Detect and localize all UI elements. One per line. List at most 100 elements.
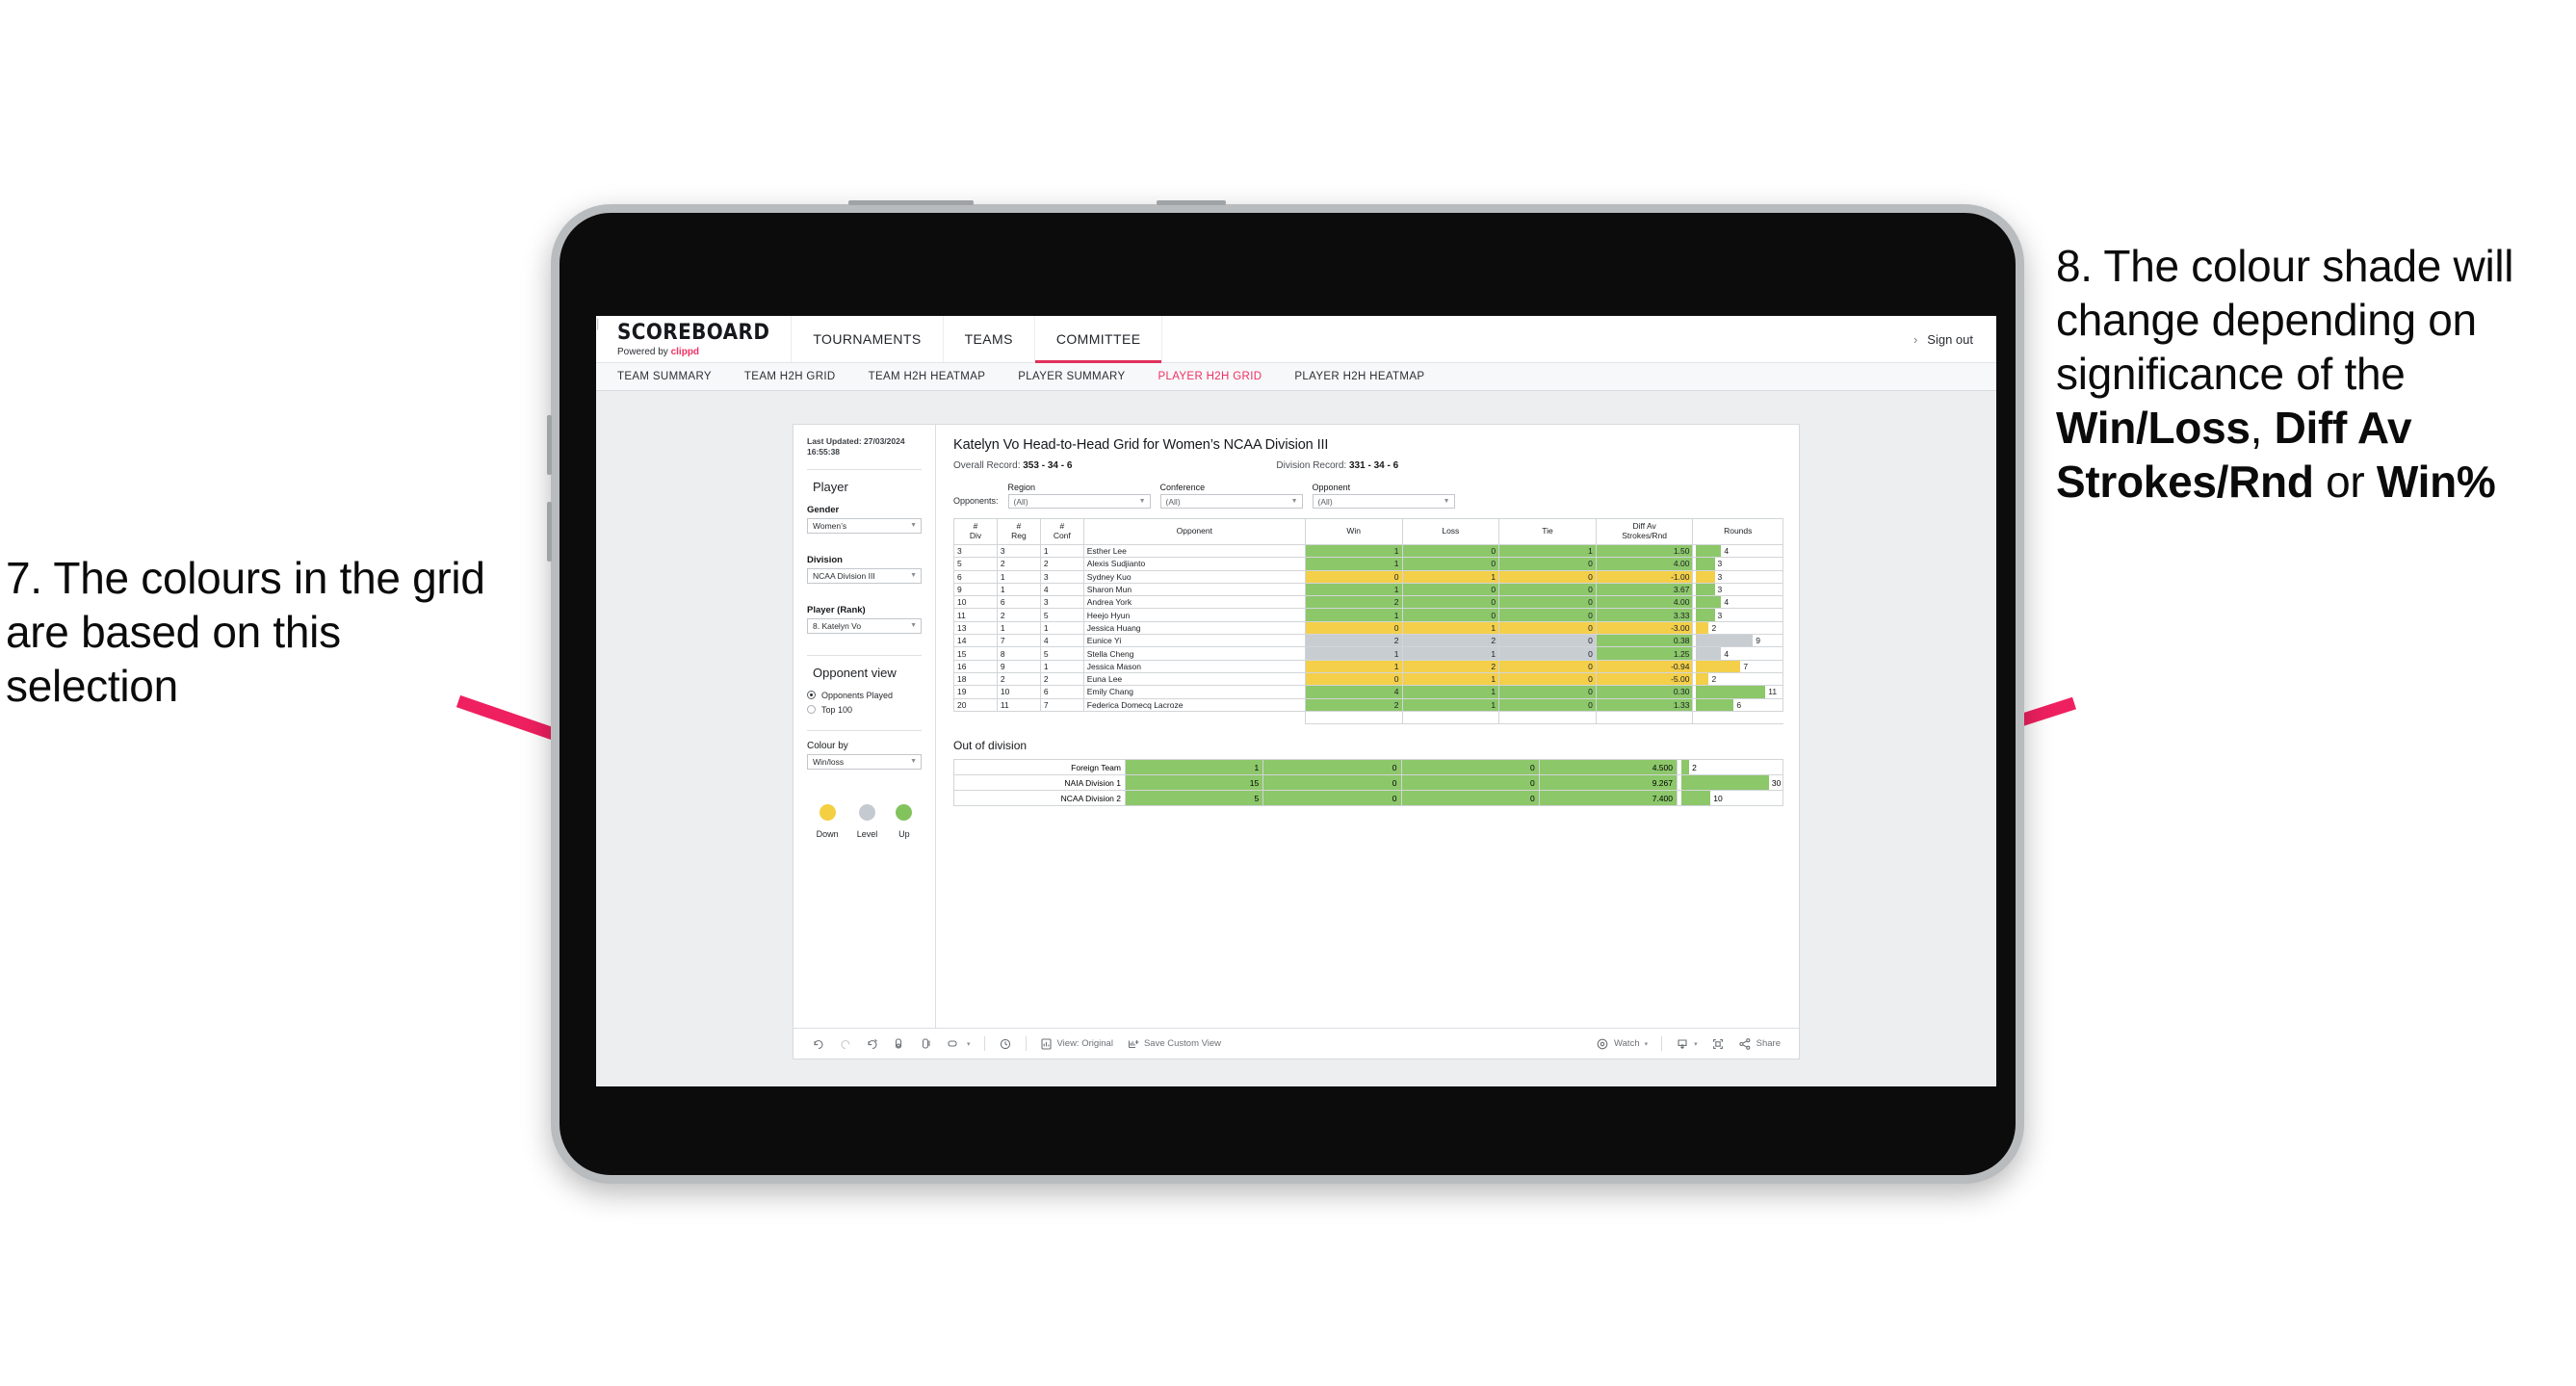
- table-row[interactable]: 19 10 6 Emily Chang 4 1 0 0.30 11: [953, 685, 1783, 699]
- table-row[interactable]: 16 9 1 Jessica Mason 1 2 0 -0.94 7: [953, 659, 1783, 673]
- col-rounds[interactable]: Rounds: [1692, 518, 1783, 545]
- filter-panel: Last Updated: 27/03/2024 16:55:38 Player…: [794, 425, 936, 1028]
- undo-button[interactable]: [805, 1037, 832, 1051]
- table-row[interactable]: 11 2 5 Heejo Hyun 1 0 0 3.33 3: [953, 608, 1783, 622]
- filter-conference-select[interactable]: (All) ▼: [1159, 494, 1303, 509]
- col-loss[interactable]: Loss: [1401, 518, 1500, 545]
- col-conf[interactable]: # Conf: [1039, 518, 1084, 545]
- nav-item-teams[interactable]: TEAMS: [944, 316, 1035, 362]
- pause-updates-button[interactable]: [913, 1037, 940, 1051]
- fullscreen-button[interactable]: [1704, 1037, 1731, 1051]
- chevron-down-icon: ▼: [1443, 498, 1450, 505]
- cell-tie: 0: [1498, 569, 1597, 584]
- highlight-caret: ▾: [967, 1040, 971, 1048]
- table-row[interactable]: 18 2 2 Euna Lee 0 1 0 -5.00 2: [953, 671, 1783, 687]
- table-row[interactable]: 3 3 1 Esther Lee 1 0 1 1.50 4: [953, 543, 1783, 559]
- gender-value: Women’s: [813, 520, 847, 531]
- col-tie[interactable]: Tie: [1498, 518, 1597, 545]
- cell-div: 3: [953, 543, 998, 559]
- col-reg[interactable]: # Reg: [996, 518, 1041, 545]
- save-custom-view-button[interactable]: Save Custom View: [1120, 1037, 1228, 1051]
- colour-by-label: Colour by: [807, 740, 848, 751]
- cell-tie: 1: [1498, 543, 1597, 559]
- history-button[interactable]: [992, 1037, 1019, 1051]
- cell-div: 20: [953, 697, 998, 712]
- radio-icon-selected: [807, 691, 816, 700]
- cell-div: 15: [953, 646, 998, 661]
- download-button[interactable]: ▾: [1669, 1037, 1704, 1051]
- sign-out-link[interactable]: Sign out: [1927, 332, 1973, 347]
- annotation-right-mid2: or: [2313, 457, 2377, 508]
- cell-tie: 0: [1498, 557, 1597, 571]
- panel-heading-opponent-view: Opponent view: [813, 665, 897, 680]
- col-div[interactable]: # Div: [953, 518, 998, 545]
- cell-loss: 1: [1401, 569, 1500, 584]
- chevron-down-icon: ▼: [910, 758, 917, 766]
- filter-region-select[interactable]: (All) ▼: [1007, 494, 1151, 509]
- cell-rounds: 4: [1692, 595, 1783, 610]
- colour-by-select[interactable]: Win/loss ▼: [807, 753, 922, 770]
- view-original-button[interactable]: View: Original: [1033, 1037, 1120, 1051]
- overall-record-value: 353 - 34 - 6: [1023, 460, 1073, 471]
- radio-top-100[interactable]: Top 100: [807, 705, 922, 715]
- subnav-team-h2h-grid[interactable]: TEAM H2H GRID: [744, 371, 836, 382]
- radio-opponents-played[interactable]: Opponents Played: [807, 691, 922, 700]
- subnav-team-h2h-heatmap[interactable]: TEAM H2H HEATMAP: [869, 371, 986, 382]
- ood-cell-diff: 9.267: [1538, 774, 1678, 792]
- division-record-value: 331 - 34 - 6: [1349, 460, 1399, 471]
- subnav-team-summary[interactable]: TEAM SUMMARY: [617, 371, 712, 382]
- col-diff-l1: Diff Av: [1632, 521, 1656, 532]
- table-row[interactable]: 15 8 5 Stella Cheng 1 1 0 1.25 4: [953, 646, 1783, 661]
- dashboard-sheet: Last Updated: 27/03/2024 16:55:38 Player…: [793, 424, 1800, 1059]
- table-row[interactable]: 10 6 3 Andrea York 2 0 0 4.00 4: [953, 595, 1783, 610]
- col-win[interactable]: Win: [1304, 518, 1403, 545]
- slide-canvas: 7. The colours in the grid are based on …: [0, 0, 2576, 1386]
- watch-caret: ▾: [1644, 1040, 1649, 1048]
- cell-diff: 3.67: [1595, 582, 1694, 597]
- table-row[interactable]: 13 1 1 Jessica Huang 0 1 0 -3.00 2: [953, 620, 1783, 636]
- table-row[interactable]: 6 1 3 Sydney Kuo 0 1 0 -1.00 3: [953, 569, 1783, 584]
- list-item[interactable]: Foreign Team 1 0 0 4.500 2: [953, 759, 1783, 776]
- nav-item-committee[interactable]: COMMITTEE: [1034, 316, 1163, 363]
- filter-opponent-select[interactable]: (All) ▼: [1312, 494, 1455, 509]
- player-rank-select[interactable]: 8. Katelyn Vo ▼: [807, 617, 922, 634]
- rounds-bar: [1696, 545, 1722, 558]
- list-item[interactable]: NCAA Division 2 5 0 0 7.400 10: [953, 790, 1783, 807]
- col-diff-av-strokes[interactable]: Diff Av Strokes/Rnd: [1595, 518, 1694, 545]
- cell-reg: 11: [996, 697, 1041, 712]
- cell-diff: -5.00: [1595, 671, 1694, 687]
- cell-loss: 0: [1401, 608, 1500, 622]
- tail-win: [1304, 710, 1403, 725]
- panel-divider-3: [807, 729, 922, 731]
- nav-item-tournaments[interactable]: TOURNAMENTS: [792, 316, 944, 362]
- chevron-right-icon[interactable]: ›: [1913, 332, 1917, 347]
- table-row[interactable]: 20 11 7 Federica Domecq Lacroze 2 1 0 1.33 6: [953, 697, 1783, 712]
- table-row[interactable]: 5 2 2 Alexis Sudjianto 1 0 0 4.00 3: [953, 557, 1783, 571]
- tail-diff: [1595, 710, 1694, 725]
- table-row[interactable]: 14 7 4 Eunice Yi 2 2 0 0.38 9: [953, 634, 1783, 648]
- division-select[interactable]: NCAA Division III ▼: [807, 567, 922, 584]
- cell-opponent: Heejo Hyun: [1082, 608, 1306, 622]
- subnav-player-h2h-heatmap[interactable]: PLAYER H2H HEATMAP: [1294, 371, 1424, 382]
- watch-button[interactable]: Watch ▾: [1589, 1037, 1654, 1051]
- highlight-button[interactable]: ▾: [940, 1037, 977, 1051]
- opponent-filters: Opponents: Region (All) ▼ Conference (Al…: [953, 483, 1783, 509]
- col-opponent[interactable]: Opponent: [1082, 518, 1306, 545]
- revert-button[interactable]: [859, 1037, 886, 1051]
- list-item[interactable]: NAIA Division 1 15 0 0 9.267 30: [953, 774, 1783, 792]
- cell-win: 1: [1304, 659, 1403, 673]
- rounds-value: 2: [1692, 762, 1697, 772]
- table-row[interactable]: 9 1 4 Sharon Mun 1 0 0 3.67 3: [953, 582, 1783, 597]
- cell-rounds: 6: [1692, 697, 1783, 712]
- subnav-player-summary[interactable]: PLAYER SUMMARY: [1018, 371, 1125, 382]
- subnav-player-h2h-grid[interactable]: PLAYER H2H GRID: [1158, 371, 1262, 382]
- share-button[interactable]: Share: [1731, 1037, 1787, 1051]
- filter-opponent: Opponent (All) ▼: [1312, 483, 1455, 509]
- gender-select[interactable]: Women’s ▼: [807, 517, 922, 534]
- redo-button[interactable]: [832, 1037, 859, 1051]
- rounds-value: 2: [1711, 622, 1717, 633]
- tail-rounds: [1692, 710, 1783, 725]
- filter-conference: Conference (All) ▼: [1159, 483, 1303, 509]
- refresh-button[interactable]: [886, 1037, 913, 1051]
- cell-tie: 0: [1498, 646, 1597, 661]
